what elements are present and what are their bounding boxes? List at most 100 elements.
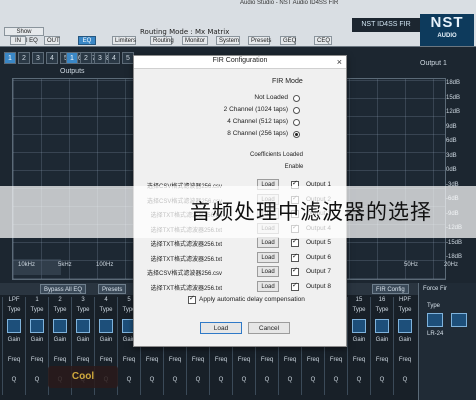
band-freq-label: Freq [168, 357, 182, 363]
toolbar-button-presets[interactable]: Presets [248, 36, 271, 45]
output-name-label: Output 8 [306, 282, 331, 290]
band-freq-label: Freq [283, 357, 297, 363]
fir-mode-radio[interactable] [293, 107, 300, 114]
toolbar-button-in[interactable]: IN [10, 36, 26, 45]
overlay-caption: 音频处理中滤波器的选择 [190, 200, 432, 224]
band-q-label: Q [11, 377, 17, 383]
toolbar-button-limiters[interactable]: Limiters [112, 36, 136, 45]
fir-mode-label: 4 Channel (512 taps) [227, 118, 288, 125]
band-type-knob[interactable] [375, 319, 389, 333]
toolbar-button-geq[interactable]: GEQ [280, 36, 296, 45]
band-type-knob[interactable] [7, 319, 21, 333]
fir-output-row: 选择TXT格式滤波器256.txt Load Output 8 [134, 280, 346, 294]
output-name-label: Output 6 [306, 253, 331, 261]
band-q-label: Q [149, 377, 155, 383]
y-tick-label: 0dB [446, 167, 457, 173]
input-channel-3-button[interactable]: 3 [32, 52, 44, 64]
toolbar-button-monitor[interactable]: Monitor [182, 36, 208, 45]
presets-button[interactable]: Presets [98, 284, 127, 294]
show-global-eq-button[interactable]: Show Global EQ [4, 27, 44, 44]
band-freq-label: Freq [145, 357, 159, 363]
fir-mode-option[interactable]: 2 Channel (1024 taps) [210, 106, 300, 116]
fir-mode-radio[interactable] [293, 95, 300, 102]
band-type-knob[interactable] [30, 319, 44, 333]
load-coefficients-button[interactable]: Load [257, 280, 279, 292]
brand-logo: NST AUDIO [420, 14, 474, 46]
band-freq-label: Freq [30, 357, 44, 363]
enable-output-checkbox[interactable] [291, 252, 299, 262]
input-channel-2-button[interactable]: 2 [18, 52, 30, 64]
band-gain-label: Gain [398, 337, 412, 343]
toolbar-button-ceq[interactable]: CEQ [314, 36, 332, 45]
coefficient-file-label: 选择TXT格式滤波器256.txt [150, 242, 222, 248]
cancel-button[interactable]: Cancel [248, 322, 290, 334]
toolbar-button-out[interactable]: OUT [44, 36, 60, 45]
band-freq-label: Freq [7, 357, 21, 363]
band-type-knob[interactable] [398, 319, 412, 333]
load-coefficients-button[interactable]: Load [257, 266, 279, 277]
enable-output-checkbox[interactable] [291, 237, 299, 247]
band-type-knob[interactable] [76, 319, 90, 333]
bypass-all-eq-button[interactable]: Bypass All EQ [40, 284, 87, 294]
close-icon[interactable]: × [337, 56, 342, 68]
apply-delay-checkbox[interactable] [188, 294, 196, 304]
band-q-label: Q [172, 377, 178, 383]
crossover-freq-knob[interactable] [451, 313, 467, 327]
output-channel-3-button[interactable]: 3 [94, 52, 106, 64]
band-type-knob[interactable] [99, 319, 113, 333]
band-freq-label: Freq [99, 357, 113, 363]
fir-mode-radio[interactable] [293, 131, 300, 138]
window-title: Audio Studio - NST Audio ID4SS FIR [240, 0, 339, 6]
routing-mode-label: Routing Mode : Mx Matrix [140, 28, 230, 36]
load-coefficients-button[interactable]: Load [257, 237, 279, 248]
band-type-knob[interactable] [352, 319, 366, 333]
coefficient-file-label: 选择TXT格式滤波器256.txt [150, 285, 222, 292]
fir-config-button[interactable]: FIR Config [372, 284, 409, 294]
input-channel-4-button[interactable]: 4 [46, 52, 58, 64]
output-channel-2-button[interactable]: 2 [80, 52, 92, 64]
y-tick-label: 12dB [446, 109, 461, 115]
band-type-knob[interactable] [53, 319, 67, 333]
watermark: Cool [48, 366, 118, 388]
fir-mode-radio[interactable] [293, 119, 300, 126]
band-number-label: 1 [35, 297, 39, 303]
enable-output-checkbox[interactable] [291, 266, 299, 276]
band-freq-label: Freq [260, 357, 274, 363]
band-gain-label: Gain [99, 337, 113, 343]
band-type-label: Type [352, 307, 366, 313]
output-name-label: Output 5 [306, 239, 331, 246]
apply-delay-compensation-row[interactable]: Apply automatic delay compensation [188, 294, 348, 305]
band-gain-label: Gain [53, 337, 67, 343]
fir-mode-label: 8 Channel (256 taps) [227, 130, 288, 137]
band-q-label: Q [195, 377, 201, 383]
output-channel-4-button[interactable]: 4 [108, 52, 120, 64]
crossover-type-knob[interactable] [427, 313, 443, 327]
band-gain-label: Gain [352, 337, 366, 343]
filter-band-strip: 1 Type Gain Freq Q [25, 297, 48, 395]
band-q-label: Q [287, 377, 293, 383]
enable-output-checkbox[interactable] [291, 281, 299, 291]
fir-mode-option[interactable]: 8 Channel (256 taps) [210, 130, 300, 140]
band-type-label: Type [398, 307, 412, 313]
toolbar-button-system[interactable]: System [216, 36, 240, 45]
band-q-label: Q [333, 377, 339, 383]
band-gain-label: Gain [375, 337, 389, 343]
x-tick-label: 5kHz [58, 262, 72, 268]
toolbar-button-eq[interactable]: EQ [78, 36, 96, 45]
filter-band-strip: HPF Type Gain Freq Q [393, 297, 416, 395]
toolbar-button-routing[interactable]: Routing [150, 36, 174, 45]
output-name-label: Output 7 [306, 268, 331, 275]
band-freq-label: Freq [329, 357, 343, 363]
input-channel-1-button[interactable]: 1 [4, 52, 16, 64]
band-q-label: Q [34, 377, 40, 383]
fir-mode-title: FIR Mode [272, 78, 303, 85]
fir-mode-option[interactable]: 4 Channel (512 taps) [210, 118, 300, 128]
band-number-label: HPF [399, 297, 411, 303]
load-coefficients-button[interactable]: Load [257, 251, 279, 263]
fir-mode-option[interactable]: Not Loaded [210, 94, 300, 104]
load-button[interactable]: Load [200, 322, 242, 334]
x-tick-label: 100Hz [96, 262, 114, 268]
y-tick-label: 9dB [446, 123, 457, 130]
output-channel-1-button[interactable]: 1 [66, 52, 78, 64]
band-q-label: Q [402, 377, 408, 383]
